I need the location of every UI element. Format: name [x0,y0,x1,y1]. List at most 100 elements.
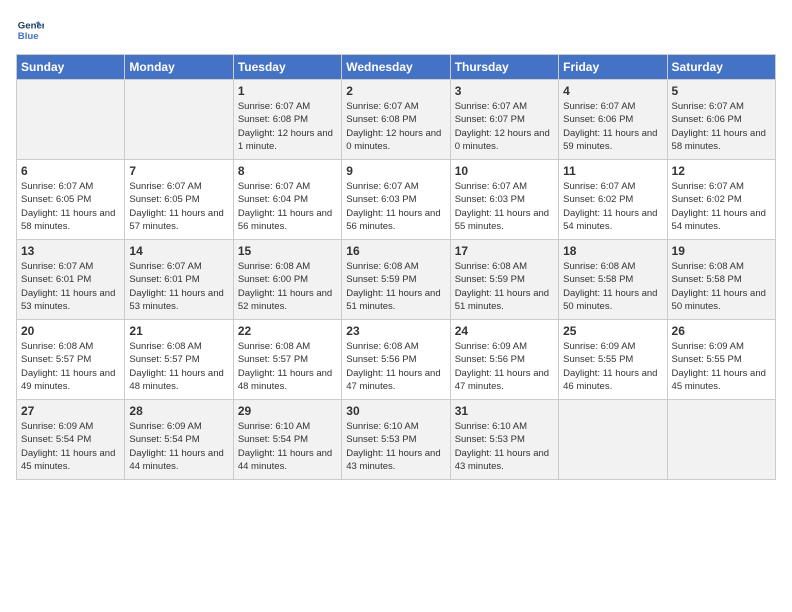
day-info: Sunrise: 6:07 AM Sunset: 6:06 PM Dayligh… [672,100,771,153]
day-info: Sunrise: 6:07 AM Sunset: 6:01 PM Dayligh… [21,260,120,313]
calendar-cell: 7 Sunrise: 6:07 AM Sunset: 6:05 PM Daylig… [125,160,233,240]
calendar-cell: 9 Sunrise: 6:07 AM Sunset: 6:03 PM Daylig… [342,160,450,240]
calendar-cell: 26 Sunrise: 6:09 AM Sunset: 5:55 PM Dayli… [667,320,775,400]
calendar-cell: 10 Sunrise: 6:07 AM Sunset: 6:03 PM Dayli… [450,160,558,240]
day-number: 21 [129,324,228,338]
calendar-week-row: 1 Sunrise: 6:07 AM Sunset: 6:08 PM Daylig… [17,80,776,160]
day-info: Sunrise: 6:07 AM Sunset: 6:05 PM Dayligh… [21,180,120,233]
calendar-header: SundayMondayTuesdayWednesdayThursdayFrid… [17,55,776,80]
calendar-cell: 5 Sunrise: 6:07 AM Sunset: 6:06 PM Daylig… [667,80,775,160]
day-number: 18 [563,244,662,258]
day-number: 1 [238,84,337,98]
weekday-header: Saturday [667,55,775,80]
day-info: Sunrise: 6:10 AM Sunset: 5:53 PM Dayligh… [455,420,554,473]
day-number: 3 [455,84,554,98]
calendar-cell: 6 Sunrise: 6:07 AM Sunset: 6:05 PM Daylig… [17,160,125,240]
day-info: Sunrise: 6:10 AM Sunset: 5:53 PM Dayligh… [346,420,445,473]
calendar-cell: 2Sunrise: 6:07 AM Sunset: 6:08 PM Daylig… [342,80,450,160]
calendar-cell: 13 Sunrise: 6:07 AM Sunset: 6:01 PM Dayli… [17,240,125,320]
day-number: 16 [346,244,445,258]
calendar-cell: 25Sunrise: 6:09 AM Sunset: 5:55 PM Dayli… [559,320,667,400]
day-number: 2 [346,84,445,98]
calendar-week-row: 27 Sunrise: 6:09 AM Sunset: 5:54 PM Dayli… [17,400,776,480]
day-info: Sunrise: 6:07 AM Sunset: 6:05 PM Dayligh… [129,180,228,233]
day-info: Sunrise: 6:09 AM Sunset: 5:55 PM Dayligh… [563,340,662,393]
calendar-cell [559,400,667,480]
day-number: 14 [129,244,228,258]
day-info: Sunrise: 6:09 AM Sunset: 5:55 PM Dayligh… [672,340,771,393]
day-info: Sunrise: 6:08 AM Sunset: 5:56 PM Dayligh… [346,340,445,393]
calendar-cell [125,80,233,160]
day-number: 26 [672,324,771,338]
day-number: 11 [563,164,662,178]
day-number: 22 [238,324,337,338]
calendar-cell: 1 Sunrise: 6:07 AM Sunset: 6:08 PM Daylig… [233,80,341,160]
calendar-cell: 14 Sunrise: 6:07 AM Sunset: 6:01 PM Dayli… [125,240,233,320]
calendar-cell: 29 Sunrise: 6:10 AM Sunset: 5:54 PM Dayli… [233,400,341,480]
day-info: Sunrise: 6:08 AM Sunset: 5:58 PM Dayligh… [563,260,662,313]
day-number: 19 [672,244,771,258]
calendar-cell: 22Sunrise: 6:08 AM Sunset: 5:57 PM Dayli… [233,320,341,400]
calendar-cell: 4Sunrise: 6:07 AM Sunset: 6:06 PM Daylig… [559,80,667,160]
day-info: Sunrise: 6:10 AM Sunset: 5:54 PM Dayligh… [238,420,337,473]
day-number: 17 [455,244,554,258]
logo: General Blue [16,16,48,44]
day-number: 8 [238,164,337,178]
calendar-week-row: 20 Sunrise: 6:08 AM Sunset: 5:57 PM Dayli… [17,320,776,400]
day-info: Sunrise: 6:07 AM Sunset: 6:02 PM Dayligh… [672,180,771,233]
calendar-cell: 28Sunrise: 6:09 AM Sunset: 5:54 PM Dayli… [125,400,233,480]
page-header: General Blue [16,16,776,44]
day-info: Sunrise: 6:08 AM Sunset: 5:58 PM Dayligh… [672,260,771,313]
calendar-cell [17,80,125,160]
day-number: 12 [672,164,771,178]
weekday-header: Thursday [450,55,558,80]
weekday-header: Wednesday [342,55,450,80]
weekday-header: Monday [125,55,233,80]
weekday-header: Friday [559,55,667,80]
day-info: Sunrise: 6:08 AM Sunset: 6:00 PM Dayligh… [238,260,337,313]
day-number: 24 [455,324,554,338]
svg-text:General: General [18,20,44,31]
day-number: 23 [346,324,445,338]
day-number: 7 [129,164,228,178]
day-number: 6 [21,164,120,178]
calendar-cell: 20 Sunrise: 6:08 AM Sunset: 5:57 PM Dayli… [17,320,125,400]
day-info: Sunrise: 6:09 AM Sunset: 5:54 PM Dayligh… [129,420,228,473]
weekday-header: Tuesday [233,55,341,80]
day-number: 15 [238,244,337,258]
calendar-cell: 12 Sunrise: 6:07 AM Sunset: 6:02 PM Dayli… [667,160,775,240]
svg-text:Blue: Blue [18,31,39,42]
calendar-cell [667,400,775,480]
day-number: 20 [21,324,120,338]
day-info: Sunrise: 6:07 AM Sunset: 6:03 PM Dayligh… [455,180,554,233]
calendar-cell: 27Sunrise: 6:09 AM Sunset: 5:54 PM Dayli… [17,400,125,480]
day-number: 5 [672,84,771,98]
day-info: Sunrise: 6:08 AM Sunset: 5:57 PM Dayligh… [129,340,228,393]
calendar-week-row: 6 Sunrise: 6:07 AM Sunset: 6:05 PM Daylig… [17,160,776,240]
day-info: Sunrise: 6:07 AM Sunset: 6:04 PM Dayligh… [238,180,337,233]
day-number: 29 [238,404,337,418]
calendar-cell: 21 Sunrise: 6:08 AM Sunset: 5:57 PM Dayli… [125,320,233,400]
calendar-cell: 17 Sunrise: 6:08 AM Sunset: 5:59 PM Dayli… [450,240,558,320]
day-info: Sunrise: 6:08 AM Sunset: 5:59 PM Dayligh… [346,260,445,313]
calendar-cell: 11Sunrise: 6:07 AM Sunset: 6:02 PM Dayli… [559,160,667,240]
day-number: 13 [21,244,120,258]
day-info: Sunrise: 6:07 AM Sunset: 6:06 PM Dayligh… [563,100,662,153]
day-info: Sunrise: 6:07 AM Sunset: 6:08 PM Dayligh… [238,100,337,153]
day-info: Sunrise: 6:07 AM Sunset: 6:07 PM Dayligh… [455,100,554,153]
day-number: 27 [21,404,120,418]
calendar-cell: 8 Sunrise: 6:07 AM Sunset: 6:04 PM Daylig… [233,160,341,240]
day-number: 10 [455,164,554,178]
day-info: Sunrise: 6:08 AM Sunset: 5:59 PM Dayligh… [455,260,554,313]
logo-icon: General Blue [16,16,44,44]
day-info: Sunrise: 6:08 AM Sunset: 5:57 PM Dayligh… [21,340,120,393]
day-number: 9 [346,164,445,178]
day-info: Sunrise: 6:07 AM Sunset: 6:01 PM Dayligh… [129,260,228,313]
day-info: Sunrise: 6:07 AM Sunset: 6:03 PM Dayligh… [346,180,445,233]
calendar-table: SundayMondayTuesdayWednesdayThursdayFrid… [16,54,776,480]
calendar-cell: 3 Sunrise: 6:07 AM Sunset: 6:07 PM Daylig… [450,80,558,160]
calendar-cell: 30Sunrise: 6:10 AM Sunset: 5:53 PM Dayli… [342,400,450,480]
calendar-cell: 16 Sunrise: 6:08 AM Sunset: 5:59 PM Dayli… [342,240,450,320]
calendar-week-row: 13 Sunrise: 6:07 AM Sunset: 6:01 PM Dayli… [17,240,776,320]
calendar-cell: 18 Sunrise: 6:08 AM Sunset: 5:58 PM Dayli… [559,240,667,320]
